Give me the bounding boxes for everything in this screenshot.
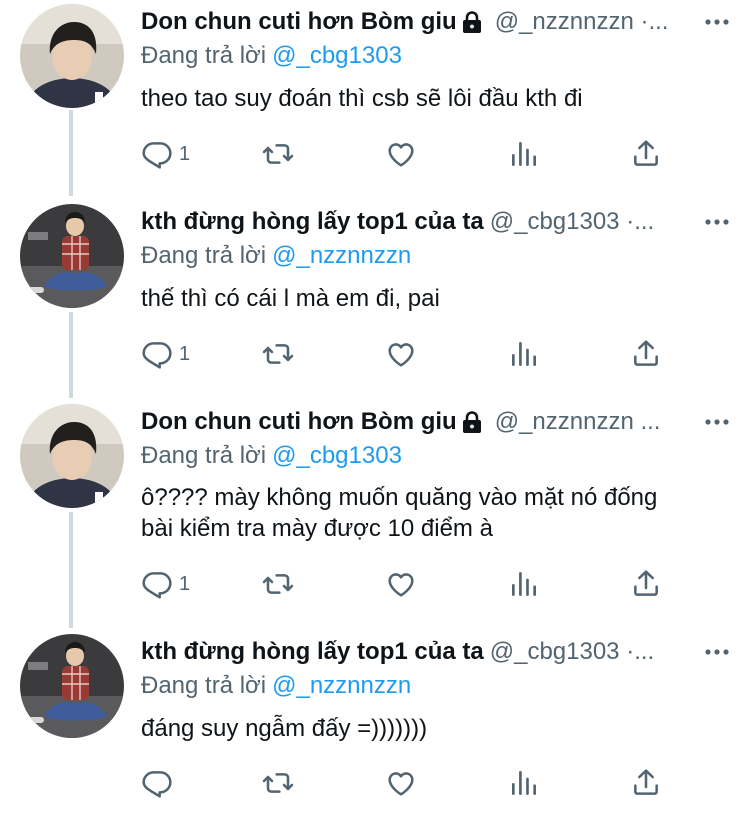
share-icon [630,138,662,170]
reply-icon [141,338,173,370]
tweet-text-line: bài kiểm tra mày được 10 điểm à [141,515,493,542]
tweet-header: Don chun cuti hơn Bòm giu @_nzznnzzn ... [141,408,730,440]
share-icon [630,767,662,799]
more-icon[interactable] [704,208,730,236]
tweet-text-line: thế thì có cái l mà em đi, pai [141,285,440,312]
analytics-icon [508,138,540,170]
heart-icon [385,568,417,600]
replying-to: Đang trả lời @_cbg1303 [141,442,402,470]
user-handle[interactable]: @_cbg1303 ·... [490,208,654,235]
mention-link[interactable]: @_cbg1303 [272,442,402,469]
tweet-actions: 1 [141,567,681,601]
display-name[interactable]: Don chun cuti hơn Bòm giu [141,8,457,35]
reply-icon [141,138,173,170]
share-button[interactable] [630,337,662,371]
avatar[interactable] [20,404,124,508]
tweet-text: theo tao suy đoán thì csb sẽ lôi đầu kth… [141,83,583,114]
replying-to-label: Đang trả lời [141,672,267,699]
views-button[interactable] [508,766,540,800]
tweet-actions: 1 [141,137,681,171]
retweet-button[interactable] [262,766,294,800]
tweet-actions: 1 [141,337,681,371]
replying-to: Đang trả lời @_cbg1303 [141,42,402,70]
user-handle[interactable]: @_nzznnzzn ... [495,408,661,435]
tweet[interactable]: kth đừng hòng lấy top1 của ta @_cbg1303 ·… [0,630,750,815]
replying-to: Đang trả lời @_nzznnzzn [141,672,411,700]
reply-button[interactable] [141,766,179,800]
avatar[interactable] [20,4,124,108]
tweet[interactable]: Don chun cuti hơn Bòm giu @_nzznnzzn ·...… [0,0,750,200]
user-handle[interactable]: @_nzznnzzn ·... [495,8,669,35]
replying-to-label: Đang trả lời [141,242,267,269]
display-name[interactable]: Don chun cuti hơn Bòm giu [141,408,457,435]
like-button[interactable] [385,567,417,601]
more-icon[interactable] [704,408,730,436]
reply-button[interactable]: 1 [141,137,190,171]
retweet-icon [262,138,294,170]
reply-icon [141,767,173,799]
display-name[interactable]: kth đừng hòng lấy top1 của ta [141,638,484,665]
display-name[interactable]: kth đừng hòng lấy top1 của ta [141,208,484,235]
replying-to: Đang trả lời @_nzznnzzn [141,242,411,270]
heart-icon [385,338,417,370]
tweet-text: thế thì có cái l mà em đi, pai [141,283,440,314]
replying-to-label: Đang trả lời [141,42,267,69]
reply-icon [141,568,173,600]
lock-icon [461,10,483,34]
analytics-icon [508,767,540,799]
tweet-text: ô???? mày không muốn quăng vào mặt nó đố… [141,482,657,544]
share-icon [630,338,662,370]
share-icon [630,568,662,600]
views-button[interactable] [508,567,540,601]
retweet-icon [262,767,294,799]
mention-link[interactable]: @_nzznnzzn [272,672,411,699]
share-button[interactable] [630,567,662,601]
tweet-header: Don chun cuti hơn Bòm giu @_nzznnzzn ·... [141,8,730,40]
more-icon[interactable] [704,8,730,36]
tweet-header: kth đừng hòng lấy top1 của ta @_cbg1303 ·… [141,208,730,240]
like-button[interactable] [385,766,417,800]
retweet-icon [262,568,294,600]
more-icon[interactable] [704,638,730,666]
avatar[interactable] [20,634,124,738]
reply-count: 1 [179,142,191,165]
reply-button[interactable]: 1 [141,567,190,601]
reply-count: 1 [179,572,191,595]
tweet-actions [141,766,681,800]
lock-icon [461,410,483,434]
retweet-icon [262,338,294,370]
tweet-text: đáng suy ngẫm đấy =))))))) [141,713,427,744]
like-button[interactable] [385,137,417,171]
views-button[interactable] [508,337,540,371]
reply-count: 1 [179,342,191,365]
mention-link[interactable]: @_cbg1303 [272,42,402,69]
tweet[interactable]: Don chun cuti hơn Bòm giu @_nzznnzzn ... … [0,400,750,630]
tweet-text-line: ô???? mày không muốn quăng vào mặt nó đố… [141,484,658,511]
heart-icon [385,767,417,799]
user-handle[interactable]: @_cbg1303 ·... [490,638,654,665]
reply-button[interactable]: 1 [141,337,190,371]
tweet-text-line: theo tao suy đoán thì csb sẽ lôi đầu kth… [141,85,583,112]
views-button[interactable] [508,137,540,171]
like-button[interactable] [385,337,417,371]
retweet-button[interactable] [262,137,294,171]
heart-icon [385,138,417,170]
analytics-icon [508,568,540,600]
share-button[interactable] [630,766,662,800]
mention-link[interactable]: @_nzznnzzn [272,242,411,269]
tweet-header: kth đừng hòng lấy top1 của ta @_cbg1303 ·… [141,638,730,670]
avatar[interactable] [20,204,124,308]
retweet-button[interactable] [262,567,294,601]
share-button[interactable] [630,137,662,171]
tweet[interactable]: kth đừng hòng lấy top1 của ta @_cbg1303 ·… [0,200,750,400]
retweet-button[interactable] [262,337,294,371]
replying-to-label: Đang trả lời [141,442,267,469]
analytics-icon [508,338,540,370]
tweet-text-line: đáng suy ngẫm đấy =))))))) [141,715,428,742]
